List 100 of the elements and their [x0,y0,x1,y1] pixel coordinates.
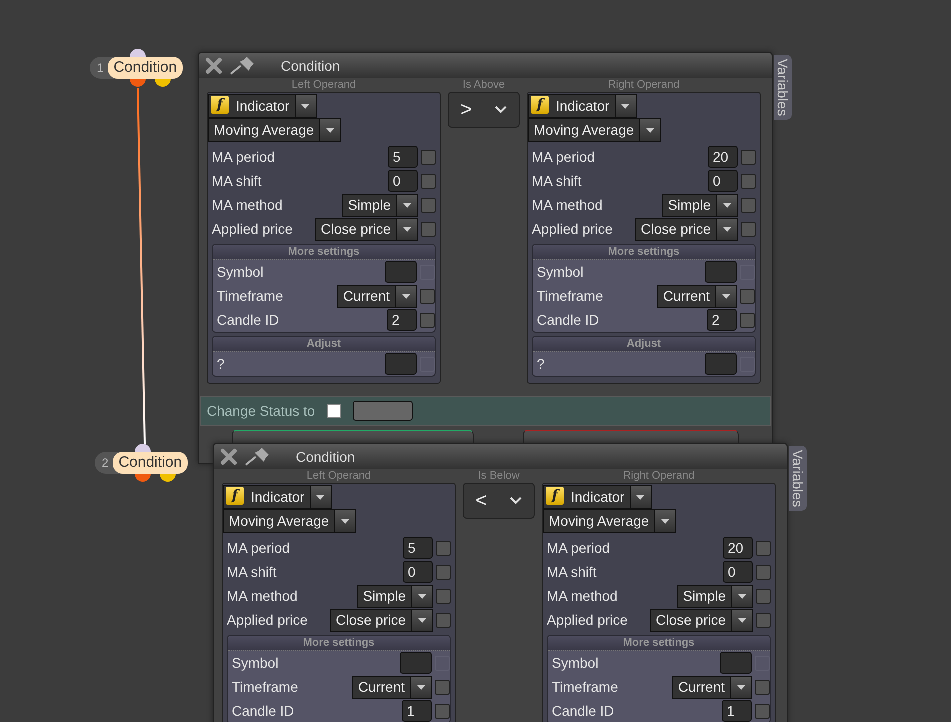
select-dropdown[interactable]: Current [672,676,752,698]
number-field[interactable]: 0 [388,170,418,192]
source-dropdown[interactable]: f Indicator [543,485,652,509]
input-port[interactable] [135,444,151,452]
parameter-label: Timeframe [217,288,284,304]
indicator-dropdown[interactable]: Moving Average [223,509,356,533]
indicator-dropdown[interactable]: Moving Average [208,118,342,142]
checkbox[interactable] [740,288,755,304]
checkbox[interactable] [756,612,771,628]
output-port[interactable] [160,474,176,482]
parameter-label: Timeframe [537,288,604,304]
close-icon[interactable] [205,56,223,74]
node-pill[interactable]: 2 Condition [95,452,188,474]
number-field[interactable]: 2 [707,309,737,331]
checkbox[interactable] [756,540,771,556]
number-field[interactable]: 2 [387,309,417,331]
number-field[interactable]: 0 [403,561,433,583]
variables-tab[interactable]: Variables [774,55,792,120]
checkbox[interactable] [420,288,435,304]
checkbox[interactable] [741,174,756,188]
checkbox[interactable] [741,198,756,212]
source-dropdown[interactable]: f Indicator [223,485,332,509]
select-dropdown[interactable]: Simple [662,194,738,216]
checkbox[interactable] [755,704,770,718]
parameter-label: Candle ID [552,703,614,719]
parameter-label: Candle ID [537,312,600,328]
checkbox[interactable] [741,222,756,236]
parameter-label: Symbol [217,264,264,280]
parameter-label: Applied price [227,612,308,628]
node-pill[interactable]: 1 Condition [90,57,184,79]
number-field[interactable]: 5 [388,146,418,168]
output-port[interactable] [130,79,146,87]
select-dropdown[interactable]: Current [337,284,417,308]
input-field[interactable] [705,353,737,375]
function-icon: f [211,96,229,114]
select-dropdown[interactable]: Simple [342,194,418,216]
parameter-label: MA shift [227,564,277,580]
parameter-label: ? [537,356,545,372]
operand-heading: Right Operand [622,469,696,483]
number-field[interactable]: 0 [708,170,738,192]
select-dropdown[interactable]: Close price [314,218,418,240]
variables-tab[interactable]: Variables [789,446,807,512]
select-dropdown[interactable]: Current [657,284,737,308]
operand-heading: Left Operand [306,469,372,483]
status-field[interactable] [353,401,414,421]
checkbox[interactable] [421,222,436,236]
select-dropdown[interactable]: Simple [677,584,753,608]
input-field[interactable] [385,353,417,375]
checkbox[interactable] [436,612,451,628]
input-field[interactable] [705,261,737,283]
checkbox[interactable] [436,540,451,556]
function-icon: f [226,487,244,505]
select-dropdown[interactable]: Close price [634,218,738,240]
number-field[interactable]: 5 [403,537,433,559]
select-dropdown[interactable]: Current [352,676,432,698]
operator-dropdown[interactable]: < [463,483,535,519]
checkbox[interactable] [755,680,770,694]
input-field[interactable] [720,652,752,674]
source-dropdown[interactable]: f Indicator [208,94,317,118]
number-field[interactable]: 1 [722,700,752,722]
checkbox[interactable] [421,174,436,188]
group-heading: More settings [213,245,435,260]
checkbox[interactable] [741,150,756,164]
checkbox[interactable] [435,680,450,694]
select-dropdown[interactable]: Simple [357,584,433,608]
output-port[interactable] [135,474,151,482]
input-field[interactable] [385,261,417,283]
checkbox[interactable] [327,404,342,418]
select-dropdown[interactable]: Close price [650,608,753,632]
parameter-label: MA shift [547,564,597,580]
group-heading: More settings [548,636,770,651]
checkbox[interactable] [420,312,435,328]
number-field[interactable]: 0 [723,561,753,583]
checkbox[interactable] [756,588,771,604]
indicator-dropdown[interactable]: Moving Average [528,118,662,142]
parameter-label: MA method [547,588,618,604]
input-port[interactable] [130,49,146,57]
number-field[interactable]: 20 [723,537,753,559]
checkbox[interactable] [756,564,771,580]
output-port[interactable] [155,79,171,87]
chevron-down-icon [510,497,522,505]
input-field[interactable] [400,652,432,674]
node-number: 1 [96,61,105,75]
checkbox[interactable] [435,704,450,718]
group-heading: More settings [533,245,755,260]
number-field[interactable]: 20 [708,146,738,168]
close-icon[interactable] [220,448,238,466]
source-dropdown[interactable]: f Indicator [528,94,637,118]
operator-label: Is Above [462,78,506,92]
parameter-label: MA method [227,588,298,604]
operator-dropdown[interactable]: > [448,92,520,128]
parameter-label: Timeframe [552,679,618,695]
checkbox[interactable] [436,588,451,604]
indicator-dropdown[interactable]: Moving Average [543,509,676,533]
checkbox[interactable] [740,312,755,328]
checkbox[interactable] [421,150,436,164]
checkbox[interactable] [436,564,451,580]
checkbox[interactable] [421,198,436,212]
select-dropdown[interactable]: Close price [330,608,433,632]
number-field[interactable]: 1 [402,700,432,722]
